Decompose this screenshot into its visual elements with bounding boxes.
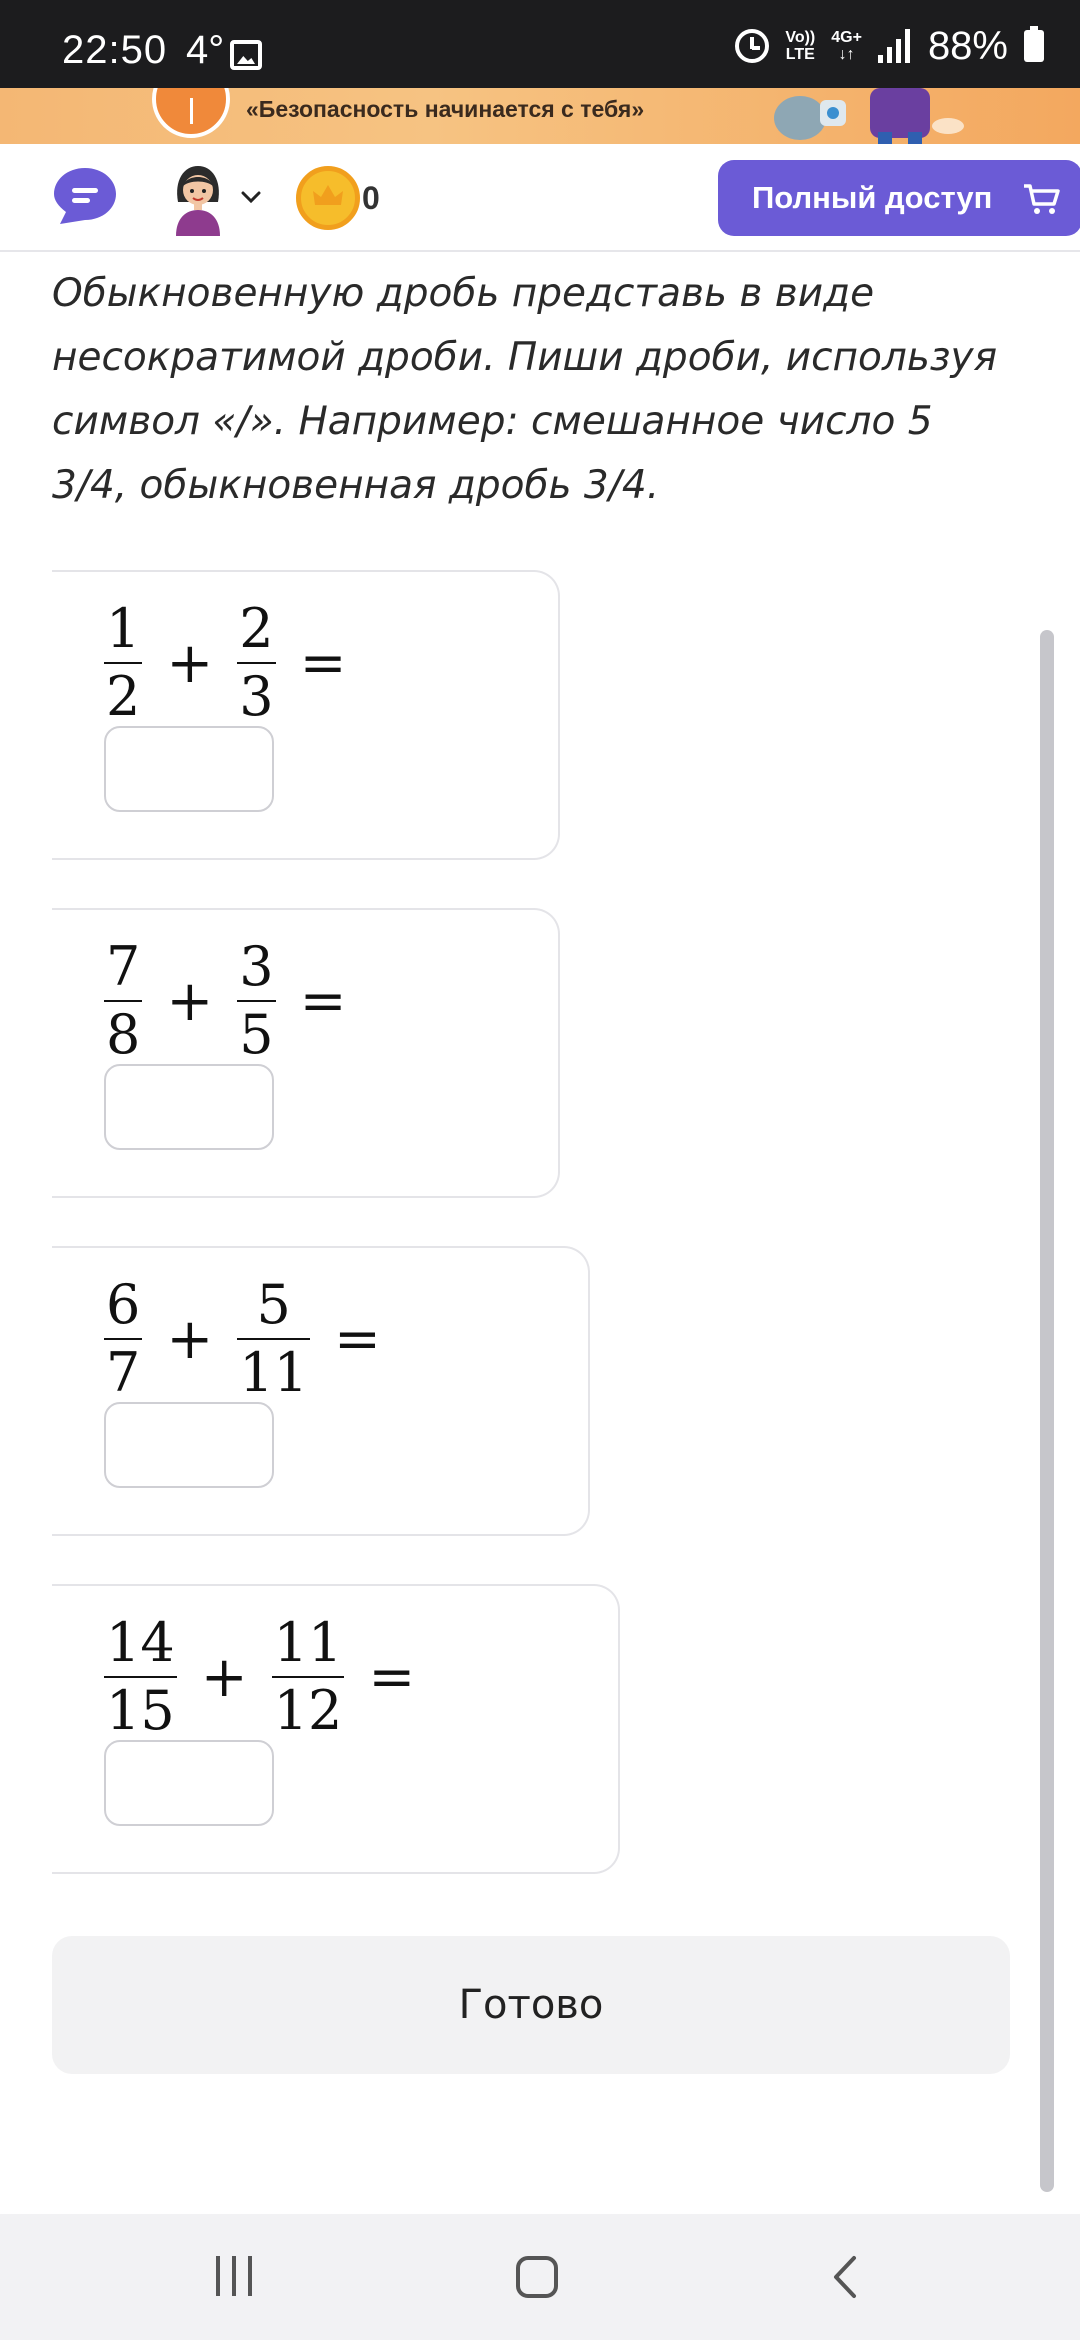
problem-card: 1 2 + 2 3 = [52,570,560,860]
recent-apps-icon[interactable] [216,2256,256,2296]
back-icon[interactable] [826,2254,866,2300]
status-right-group: Vo)) LTE 4G+ ↓↑ 88% [735,23,1044,68]
status-time: 22:50 [62,28,168,72]
plus-sign: + [166,1306,214,1372]
chat-bubble-icon[interactable] [52,166,118,226]
task-instructions: Обыкновенную дробь представь в виде несо… [52,271,998,508]
gallery-notification-icon [230,40,262,70]
banner-illustration [774,88,964,144]
status-bar: 22:50 4° Vo)) LTE 4G+ ↓↑ 88% [0,0,1080,88]
fraction: 5 11 [237,1273,310,1404]
problem-card: 6 7 + 5 11 = [52,1246,590,1536]
scrollbar[interactable] [1040,630,1054,2192]
full-access-button[interactable]: Полный доступ [718,160,1080,236]
app-header: 0 Полный доступ [0,144,1080,252]
plus-sign: + [200,1644,248,1710]
fraction: 3 5 [237,935,276,1066]
answer-input[interactable] [104,726,274,812]
system-nav-bar [0,2214,1080,2340]
battery-icon [1024,26,1044,62]
banner-text: «Безопасность начинается с тебя» [246,96,645,122]
fraction-expression: 14 15 + 11 12 = [98,1610,433,1744]
promo-banner[interactable]: «Безопасность начинается с тебя» [0,88,1080,144]
home-icon[interactable] [516,2256,558,2298]
equals-sign: = [368,1644,416,1710]
fraction-expression: 1 2 + 2 3 = [98,596,365,730]
fraction-expression: 7 8 + 3 5 = [98,934,365,1068]
fraction: 6 7 [104,1273,143,1404]
fraction: 11 12 [271,1611,345,1742]
network-type-indicator: 4G+ ↓↑ [831,29,862,63]
answer-input[interactable] [104,1740,274,1826]
battery-percent: 88% [927,23,1008,68]
equals-sign: = [334,1306,381,1372]
user-avatar[interactable] [168,162,228,236]
fraction: 2 3 [237,597,276,728]
status-temperature: 4° [186,28,225,72]
done-label: Готово [458,1982,604,2028]
signal-icon [877,29,912,63]
chevron-down-icon[interactable] [240,186,262,208]
coin-count: 0 [362,180,380,216]
problem-card: 14 15 + 11 12 = [52,1584,620,1874]
problem-card: 7 8 + 3 5 = [52,908,560,1198]
answer-input[interactable] [104,1402,274,1488]
answer-input[interactable] [104,1064,274,1150]
alarm-icon [735,29,770,63]
compass-icon [152,88,230,138]
crown-coin-icon [296,166,360,230]
cart-icon [1024,184,1060,214]
fraction: 14 15 [104,1611,177,1742]
plus-sign: + [166,968,214,1034]
equals-sign: = [299,968,347,1034]
done-button[interactable]: Готово [52,1936,1010,2074]
fraction: 7 8 [104,935,143,1066]
fraction-expression: 6 7 + 5 11 = [98,1272,399,1406]
equals-sign: = [299,630,347,696]
full-access-label: Полный доступ [752,180,993,215]
volte-indicator: Vo)) LTE [785,29,816,63]
plus-sign: + [166,630,214,696]
fraction: 1 2 [104,597,143,728]
